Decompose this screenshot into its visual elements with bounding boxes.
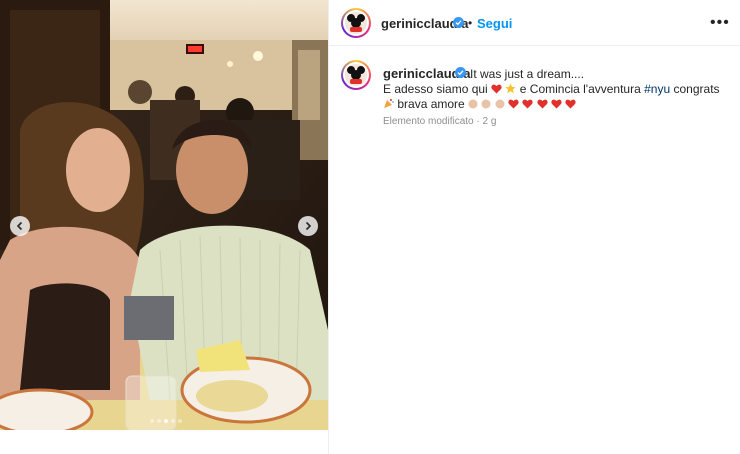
follow-button[interactable]: Segui xyxy=(477,16,512,31)
red-heart-icon xyxy=(491,83,502,97)
carousel-dot-active xyxy=(164,419,168,423)
post-header: gerinicclaudia • Segui ••• xyxy=(329,0,740,46)
verified-badge-icon xyxy=(455,67,466,78)
hashtag-link[interactable]: #nyu xyxy=(644,82,670,96)
clapping-hands-icon xyxy=(495,98,505,112)
caption-text: congrats xyxy=(673,82,720,96)
carousel-indicator xyxy=(150,410,185,428)
carousel-prev-button[interactable] xyxy=(10,216,30,236)
caption-text: E adesso siamo qui xyxy=(383,82,488,96)
post-side-panel: gerinicclaudia • Segui ••• gerinicclaudi… xyxy=(328,0,740,454)
red-heart-icon xyxy=(565,98,577,112)
red-heart-icon xyxy=(551,98,562,112)
caption-line-2: E adesso siamo qui e Comincia l'avventur… xyxy=(383,82,720,97)
clapping-hands-icon xyxy=(468,98,478,112)
caption-meta: Elemento modificato · 2 g xyxy=(383,116,497,127)
caption-line-3: brava amore xyxy=(383,97,577,112)
header-separator: • xyxy=(468,16,473,30)
post-photo[interactable] xyxy=(0,0,328,430)
photo-image xyxy=(0,0,328,430)
carousel-dot xyxy=(150,419,154,423)
caption-text: brava amore xyxy=(397,97,465,111)
red-heart-icon xyxy=(522,98,534,112)
carousel-dot xyxy=(157,419,161,423)
caption-text: e Comincia l'avventura xyxy=(519,82,641,96)
post-dialog: gerinicclaudia • Segui ••• gerinicclaudi… xyxy=(0,0,740,454)
carousel-dot xyxy=(171,419,175,423)
avatar-image xyxy=(345,12,367,34)
author-avatar[interactable] xyxy=(341,8,371,38)
star-icon xyxy=(505,83,517,97)
media-bottom-strip xyxy=(0,430,328,454)
more-options-icon[interactable]: ••• xyxy=(710,14,730,32)
verified-badge-icon xyxy=(453,17,464,28)
chevron-left-icon xyxy=(16,221,23,231)
red-heart-icon xyxy=(508,98,519,112)
caption-avatar[interactable] xyxy=(341,60,371,90)
party-popper-icon xyxy=(383,98,394,112)
carousel-next-button[interactable] xyxy=(298,216,318,236)
red-heart-icon xyxy=(537,98,548,112)
avatar-image xyxy=(345,64,367,86)
chevron-right-icon xyxy=(305,221,312,231)
clapping-hands-icon xyxy=(481,98,491,112)
caption-line-1: It was just a dream.... xyxy=(470,67,585,81)
carousel-dot xyxy=(178,419,182,423)
